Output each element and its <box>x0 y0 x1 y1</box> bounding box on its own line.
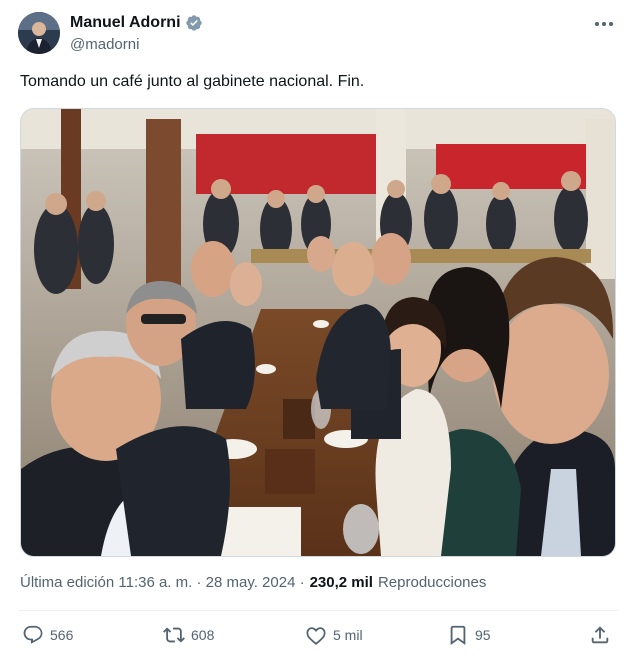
like-icon <box>306 627 326 645</box>
tweet-card: Manuel Adorni @madorni Tomando un café j… <box>0 0 640 665</box>
share-icon <box>591 626 609 644</box>
repost-icon <box>163 627 185 643</box>
more-icon[interactable] <box>592 14 616 34</box>
views-label: Reproducciones <box>377 574 487 591</box>
reply-button[interactable]: 566 <box>22 624 73 646</box>
share-button[interactable] <box>589 624 611 646</box>
avatar[interactable] <box>18 12 60 54</box>
tweet-text: Tomando un café junto al gabinete nacion… <box>20 73 365 90</box>
like-button[interactable]: 5 mil <box>305 624 363 646</box>
avatar-image <box>18 12 60 54</box>
tweet-meta: Última edición 11:36 a. m. · 28 may. 202… <box>20 574 486 591</box>
reply-icon <box>23 625 43 644</box>
edited-timestamp[interactable]: Última edición 11:36 a. m. · 28 may. 202… <box>20 574 305 591</box>
photo-image <box>21 109 615 556</box>
reply-count: 566 <box>50 627 74 643</box>
repost-count: 608 <box>191 627 215 643</box>
bookmark-button[interactable]: 95 <box>447 624 491 646</box>
author-name-row: Manuel Adorni <box>70 14 203 32</box>
tweet-photo[interactable] <box>20 108 616 557</box>
verified-badge-icon <box>185 14 203 32</box>
author-handle[interactable]: @madorni <box>70 36 139 53</box>
author-display-name[interactable]: Manuel Adorni <box>70 14 181 32</box>
repost-button[interactable]: 608 <box>163 624 214 646</box>
bookmark-count: 95 <box>475 627 491 643</box>
views-count: 230,2 mil <box>309 574 373 591</box>
like-count: 5 mil <box>333 627 363 643</box>
action-bar: 566 608 5 mil 95 <box>20 624 620 652</box>
divider <box>18 610 618 611</box>
bookmark-icon <box>450 625 466 646</box>
